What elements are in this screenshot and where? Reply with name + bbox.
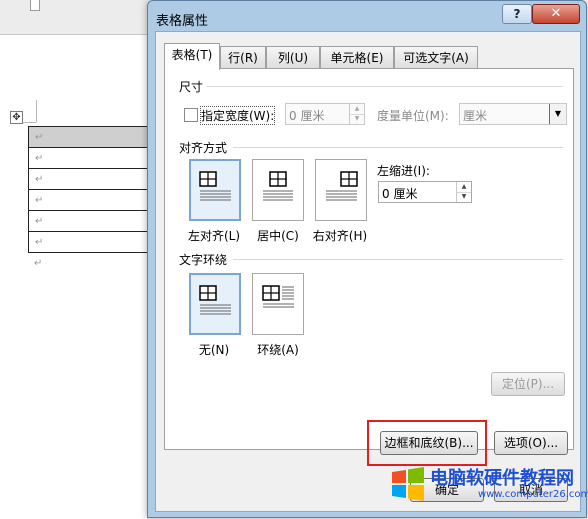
align-right-label[interactable]: 右对齐(H) — [309, 227, 371, 244]
table-cell[interactable]: ↵ — [28, 210, 148, 232]
left-indent-spinner[interactable]: 0 厘米 ▲ ▼ — [378, 181, 472, 203]
measure-unit-value: 厘米 — [463, 109, 488, 123]
align-right-option[interactable] — [315, 159, 367, 221]
spinner-arrows: ▲ ▼ — [349, 104, 364, 124]
wrap-around-icon — [262, 285, 294, 308]
spinner-arrows: ▲ ▼ — [456, 182, 471, 202]
tab-table[interactable]: 表格(T) — [164, 43, 220, 70]
wrap-none-label[interactable]: 无(N) — [183, 341, 245, 358]
measure-unit-select[interactable]: 厘米 ▼ — [459, 103, 567, 125]
windows-logo-icon — [392, 467, 424, 501]
ruler-indent-marker[interactable] — [30, 0, 40, 11]
highlight-annotation — [367, 420, 487, 466]
tab-cell[interactable]: 单元格(E) — [320, 46, 394, 69]
table-row[interactable]: ↵ — [28, 231, 150, 253]
preferred-width-checkbox[interactable] — [184, 108, 198, 122]
left-indent-value[interactable]: 0 厘米 — [382, 185, 417, 202]
align-center-option[interactable] — [252, 159, 304, 221]
wrap-none-option[interactable] — [189, 273, 241, 335]
table-cell[interactable]: ↵ — [28, 126, 148, 148]
measure-unit-label: 度量单位(M): — [377, 109, 449, 123]
horizontal-ruler[interactable] — [0, 0, 150, 35]
align-right-icon — [326, 171, 358, 201]
tab-alt-text[interactable]: 可选文字(A) — [394, 46, 478, 69]
size-section-title: 尺寸 — [179, 80, 204, 94]
width-value: 0 厘米 — [289, 109, 325, 123]
table-cell[interactable]: ↵ — [28, 231, 148, 253]
chevron-down-icon[interactable]: ▼ — [549, 104, 566, 124]
watermark-url: www.computer26.com — [478, 489, 588, 500]
left-indent-label: 左缩进(I): — [377, 164, 430, 178]
section-divider — [207, 86, 563, 87]
preferred-width-label[interactable]: 指定宽度(W): — [199, 106, 276, 125]
table-row[interactable]: ↵ — [28, 210, 150, 232]
watermark: 电脑软硬件教程网 www.computer26.com — [384, 462, 588, 519]
margin-corner-vertical — [36, 100, 37, 122]
table-cell[interactable]: ↵ — [28, 189, 148, 211]
document-area: ✥ ↵ ↵ ↵ ↵ ↵ ↵ ↵ — [0, 0, 150, 519]
table-row[interactable]: ↵ — [28, 189, 150, 211]
wrap-around-option[interactable] — [252, 273, 304, 335]
wrap-none-icon — [199, 285, 231, 315]
align-center-label[interactable]: 居中(C) — [247, 227, 309, 244]
table-row[interactable]: ↵ — [28, 147, 150, 169]
paragraph-mark: ↵ — [34, 258, 43, 269]
options-button[interactable]: 选项(O)... — [494, 431, 568, 455]
section-divider — [233, 147, 563, 148]
tab-column[interactable]: 列(U) — [266, 46, 320, 69]
tab-panel-table: 尺寸 指定宽度(W): 0 厘米 ▲ ▼ 度量单位(M): 厘米 ▼ 对齐方式 — [164, 68, 574, 450]
table-cell[interactable]: ↵ — [28, 168, 148, 190]
align-center-icon — [263, 171, 293, 201]
align-left-option[interactable] — [189, 159, 241, 221]
position-button[interactable]: 定位(P)... — [491, 372, 565, 396]
help-button[interactable]: ? — [502, 4, 532, 24]
table-move-handle-icon[interactable]: ✥ — [10, 111, 23, 124]
wrap-around-label[interactable]: 环绕(A) — [247, 341, 309, 358]
alignment-section-title: 对齐方式 — [179, 141, 228, 155]
width-spinner[interactable]: 0 厘米 ▲ ▼ — [285, 103, 365, 125]
spin-down-icon[interactable]: ▼ — [457, 192, 471, 202]
tab-row[interactable]: 行(R) — [220, 46, 266, 69]
spin-down-icon[interactable]: ▼ — [350, 114, 364, 124]
watermark-title: 电脑软硬件教程网 — [430, 468, 574, 489]
align-left-icon — [199, 171, 231, 201]
section-divider — [233, 259, 563, 260]
dialog-title: 表格属性 — [156, 14, 209, 29]
document-table[interactable]: ↵ ↵ ↵ ↵ ↵ ↵ — [28, 126, 150, 253]
table-cell[interactable]: ↵ — [28, 147, 148, 169]
text-wrapping-section-title: 文字环绕 — [179, 253, 228, 267]
dialog-titlebar[interactable]: 表格属性 ? ✕ — [148, 1, 586, 31]
table-row[interactable]: ↵ — [28, 168, 150, 190]
table-row[interactable]: ↵ — [28, 126, 150, 148]
close-button[interactable]: ✕ — [532, 4, 580, 24]
align-left-label[interactable]: 左对齐(L) — [183, 227, 245, 244]
